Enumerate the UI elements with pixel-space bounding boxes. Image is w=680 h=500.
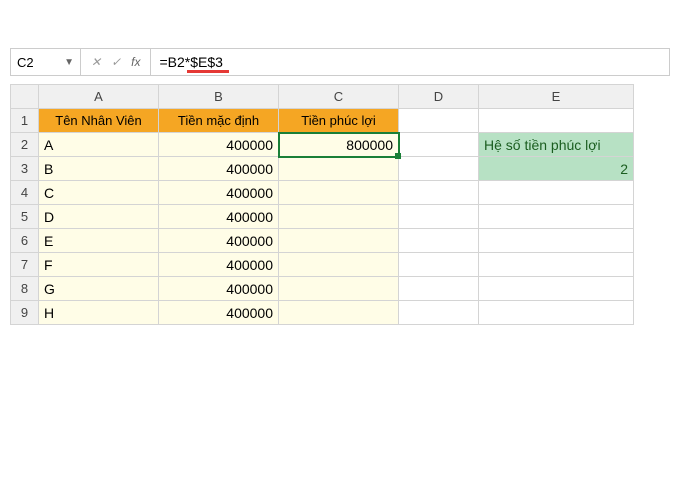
cell-d6[interactable] (399, 229, 479, 253)
cell-b4[interactable]: 400000 (159, 181, 279, 205)
fx-icon[interactable]: fx (131, 55, 140, 69)
name-box-value: C2 (17, 55, 64, 70)
cell-e6[interactable] (479, 229, 634, 253)
cell-c6[interactable] (279, 229, 399, 253)
cell-a2[interactable]: A (39, 133, 159, 157)
cell-c1[interactable]: Tiền phúc lợi (279, 109, 399, 133)
cell-a4[interactable]: C (39, 181, 159, 205)
cell-a9[interactable]: H (39, 301, 159, 325)
cell-e2[interactable]: Hệ số tiền phúc lợi (479, 133, 634, 157)
cell-c9[interactable] (279, 301, 399, 325)
row-header-7[interactable]: 7 (11, 253, 39, 277)
cell-c8[interactable] (279, 277, 399, 301)
cell-e5[interactable] (479, 205, 634, 229)
cell-b2[interactable]: 400000 (159, 133, 279, 157)
cell-a5[interactable]: D (39, 205, 159, 229)
cancel-icon[interactable]: ✕ (91, 55, 101, 69)
confirm-icon[interactable]: ✓ (111, 55, 121, 69)
cell-a8[interactable]: G (39, 277, 159, 301)
row-header-8[interactable]: 8 (11, 277, 39, 301)
spreadsheet-grid[interactable]: A B C D E 1 Tên Nhân Viên Tiền mặc định … (10, 84, 634, 325)
cell-c7[interactable] (279, 253, 399, 277)
cell-d8[interactable] (399, 277, 479, 301)
cell-e7[interactable] (479, 253, 634, 277)
cell-c5[interactable] (279, 205, 399, 229)
name-box[interactable]: C2 ▼ (11, 49, 81, 75)
cell-b3[interactable]: 400000 (159, 157, 279, 181)
red-underline-annotation (187, 70, 229, 73)
cell-e1[interactable] (479, 109, 634, 133)
cell-b7[interactable]: 400000 (159, 253, 279, 277)
cell-a6[interactable]: E (39, 229, 159, 253)
cell-b8[interactable]: 400000 (159, 277, 279, 301)
cell-c3[interactable] (279, 157, 399, 181)
row-header-1[interactable]: 1 (11, 109, 39, 133)
formula-input[interactable]: =B2*$E$3 (151, 49, 669, 75)
cell-a3[interactable]: B (39, 157, 159, 181)
cell-d7[interactable] (399, 253, 479, 277)
select-all-corner[interactable] (11, 85, 39, 109)
row-header-9[interactable]: 9 (11, 301, 39, 325)
row-header-3[interactable]: 3 (11, 157, 39, 181)
cell-c4[interactable] (279, 181, 399, 205)
cell-d4[interactable] (399, 181, 479, 205)
cell-d2[interactable] (399, 133, 479, 157)
cell-d9[interactable] (399, 301, 479, 325)
cell-a1[interactable]: Tên Nhân Viên (39, 109, 159, 133)
formula-bar: C2 ▼ ✕ ✓ fx =B2*$E$3 (10, 48, 670, 76)
cell-d3[interactable] (399, 157, 479, 181)
cell-b5[interactable]: 400000 (159, 205, 279, 229)
name-box-dropdown-icon[interactable]: ▼ (64, 57, 74, 68)
cell-a7[interactable]: F (39, 253, 159, 277)
row-header-5[interactable]: 5 (11, 205, 39, 229)
col-header-e[interactable]: E (479, 85, 634, 109)
col-header-b[interactable]: B (159, 85, 279, 109)
row-header-2[interactable]: 2 (11, 133, 39, 157)
formula-text: =B2*$E$3 (159, 54, 222, 70)
col-header-a[interactable]: A (39, 85, 159, 109)
cell-e4[interactable] (479, 181, 634, 205)
cell-e9[interactable] (479, 301, 634, 325)
cell-e8[interactable] (479, 277, 634, 301)
col-header-c[interactable]: C (279, 85, 399, 109)
col-header-d[interactable]: D (399, 85, 479, 109)
cell-b6[interactable]: 400000 (159, 229, 279, 253)
cell-d5[interactable] (399, 205, 479, 229)
row-header-4[interactable]: 4 (11, 181, 39, 205)
cell-e3[interactable]: 2 (479, 157, 634, 181)
cell-b1[interactable]: Tiền mặc định (159, 109, 279, 133)
row-header-6[interactable]: 6 (11, 229, 39, 253)
cell-b9[interactable]: 400000 (159, 301, 279, 325)
cell-d1[interactable] (399, 109, 479, 133)
cell-c2-selected[interactable]: 800000 (279, 133, 399, 157)
formula-bar-buttons: ✕ ✓ fx (81, 49, 151, 75)
